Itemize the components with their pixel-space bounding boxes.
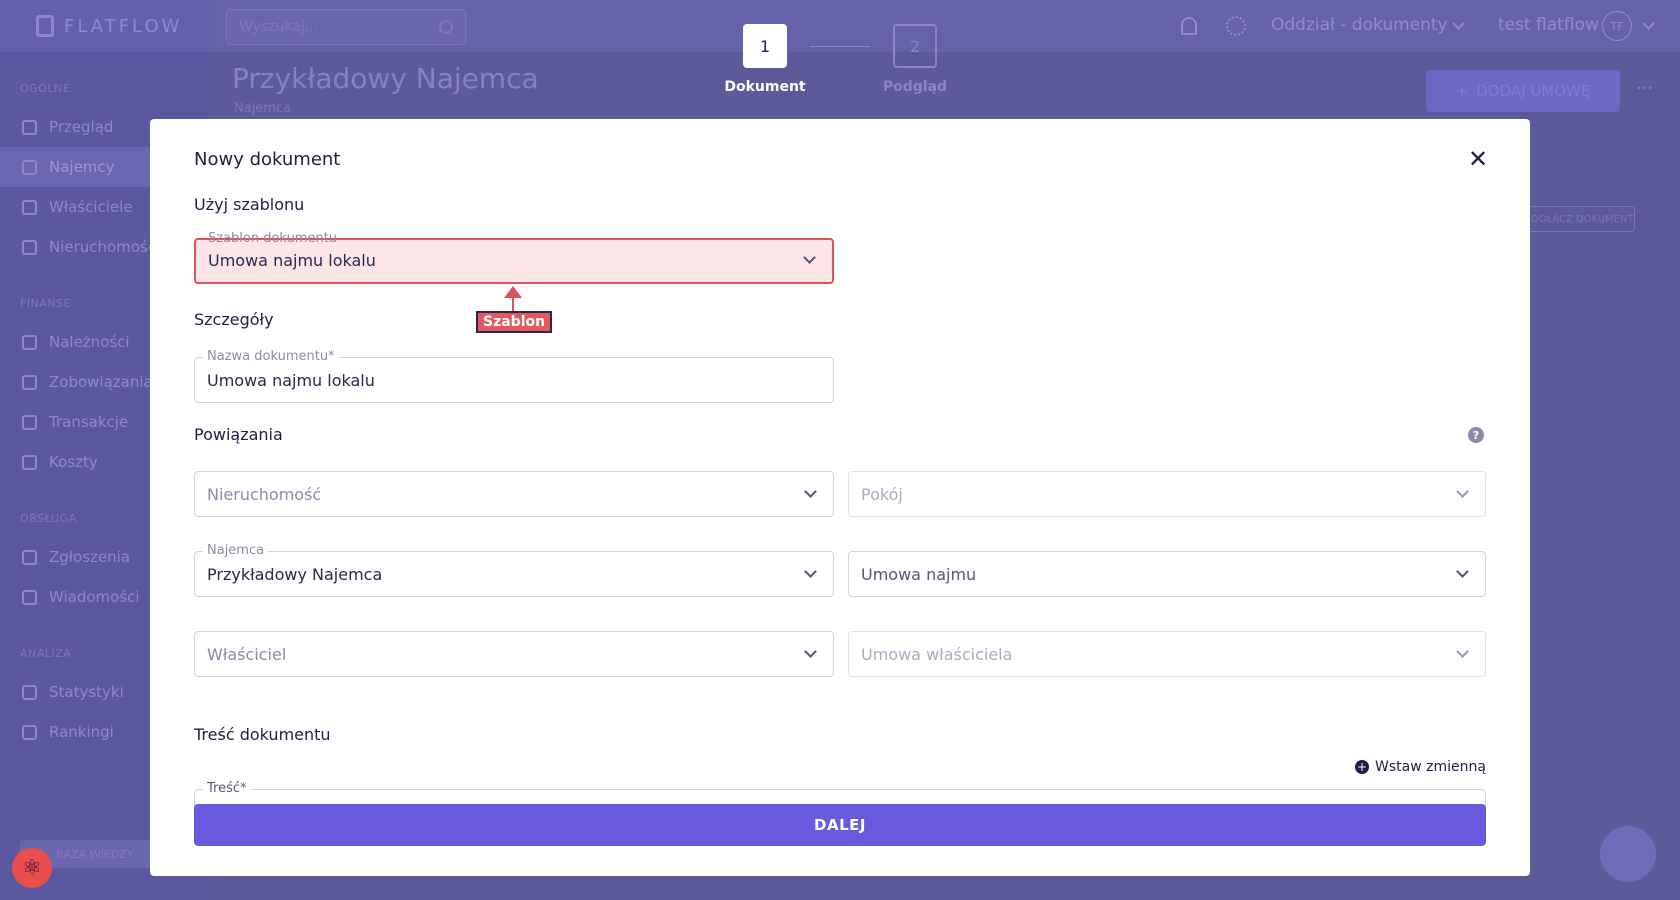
settings-icon[interactable] [1226,16,1246,36]
room-select[interactable]: Pokój [848,471,1486,517]
sidebar-item-label: Należności [49,333,130,351]
plus-icon: + [1455,82,1469,100]
document-name-value: Umowa najmu lokalu [207,371,375,390]
sidebar-item-label: Zobowiązania [49,373,153,391]
property-select[interactable]: Nieruchomość [194,471,834,517]
owner-placeholder: Właściciel [207,645,287,664]
content-label: Treść* [203,781,251,796]
branch-selector[interactable]: Oddział - dokumenty [1271,15,1448,35]
annotation-label: Szablon [476,311,553,333]
insert-variable-button[interactable]: + Wstaw zmienną [1355,759,1486,775]
sidebar-item-label: Koszty [49,453,98,471]
sidebar-item-label: Transakcje [49,413,129,431]
property-placeholder: Nieruchomość [207,485,322,504]
step-1-indicator: 1 [743,24,787,68]
page-title: Przykładowy Najemca [232,62,539,95]
sidebar-item-label: Rankingi [49,723,114,741]
owner-select[interactable]: Właściciel [194,631,834,677]
search-placeholder: Wyszukaj... [239,19,319,35]
bank-icon [22,414,37,430]
chevron-down-icon [1456,645,1469,658]
chart-icon [22,684,37,700]
chevron-down-icon [1456,485,1469,498]
content-heading: Treść dokumentu [194,725,331,744]
document-name-label: Nazwa dokumentu* [203,349,339,364]
react-devtools-icon[interactable]: ⚛ [12,848,52,888]
flatflow-logo-icon [36,15,54,37]
next-button[interactable]: DALEJ [194,804,1486,846]
bell-icon[interactable] [1181,17,1197,35]
search-input[interactable]: Wyszukaj... [226,9,466,45]
sidebar-item-label: Przegląd [49,118,114,136]
sidebar-item-label: Zgłoszenia [49,548,131,566]
owners-icon [22,199,37,215]
step-2-label: Podgląd [882,79,948,95]
ranking-icon [22,724,37,740]
page-subtitle: Najemca [234,101,292,116]
brand-name: FLATFLOW [64,15,183,37]
step-2-indicator: 2 [893,24,937,68]
add-contract-button[interactable]: + DODAJ UMOWĘ [1426,70,1620,112]
modal-title: Nowy dokument [194,149,341,170]
chevron-down-icon [804,565,817,578]
sidebar-item-label: Właściciele [49,198,133,216]
sidebar-item-label: Najemcy [49,158,115,176]
tools-icon [22,549,37,565]
owner-contract-placeholder: Umowa właściciela [861,645,1013,664]
mail-icon [22,589,37,605]
sidebar-item-label: Nieruchomości [49,238,161,256]
support-chat-button[interactable] [1600,826,1656,882]
step-1-label: Dokument [724,79,806,95]
liabilities-icon [22,374,37,390]
sidebar-item-label: Wiadomości [49,588,140,606]
room-placeholder: Pokój [861,485,903,504]
chevron-down-icon [1456,565,1469,578]
chevron-down-icon [804,645,817,658]
tenant-value: Przykładowy Najemca [207,565,383,584]
help-icon[interactable]: ? [1468,427,1484,443]
add-contract-label: DODAJ UMOWĘ [1476,82,1591,100]
more-options-icon[interactable]: ··· [1636,78,1653,99]
costs-icon [22,454,37,470]
tenant-select[interactable]: Najemca Przykładowy Najemca [194,543,834,597]
lease-placeholder: Umowa najmu [861,565,977,584]
details-heading: Szczegóły [194,310,274,329]
dashboard-icon [22,119,37,135]
new-document-modal: Nowy dokument ✕ Użyj szablonu Szablon do… [150,119,1530,876]
use-template-heading: Użyj szablonu [194,195,305,214]
step-connector [810,46,870,47]
close-icon[interactable]: ✕ [1466,147,1490,171]
template-select-value: Umowa najmu lokalu [208,251,376,270]
tenant-label: Najemca [203,543,269,558]
home-icon [22,239,37,255]
chevron-down-icon [803,251,816,264]
sidebar-section-title: OGÓLNE [20,82,71,95]
chevron-down-icon [804,485,817,498]
template-select-label: Szablon dokumentu [208,231,338,246]
user-name[interactable]: test flatflow [1498,15,1599,35]
sidebar-item-label: Statystyki [49,683,124,701]
owner-contract-select[interactable]: Umowa właściciela [848,631,1486,677]
document-name-field[interactable]: Nazwa dokumentu* Umowa najmu lokalu [194,349,834,403]
insert-variable-label: Wstaw zmienną [1375,759,1486,775]
brand-logo[interactable]: FLATFLOW [0,0,210,52]
search-icon [439,20,453,34]
plus-circle-icon: + [1355,760,1369,774]
lease-select[interactable]: Umowa najmu [848,551,1486,597]
template-select[interactable]: Szablon dokumentu Umowa najmu lokalu [194,231,834,284]
receivables-icon [22,334,37,350]
tenants-icon [22,159,37,175]
avatar[interactable]: TF [1602,11,1632,41]
links-heading: Powiązania [194,425,283,444]
